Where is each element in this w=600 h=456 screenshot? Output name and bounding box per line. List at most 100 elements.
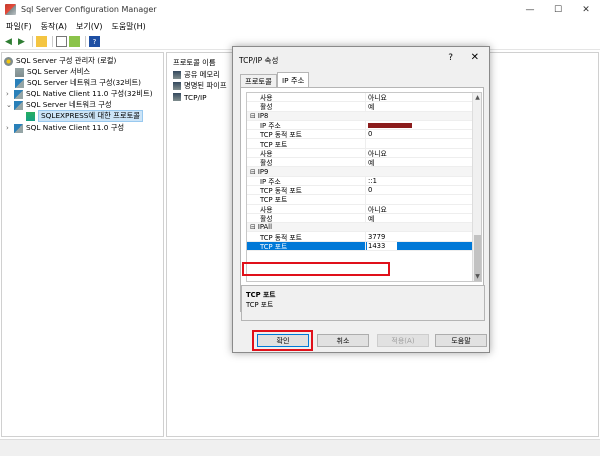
toolbar-separator: [85, 36, 86, 47]
property-value: 예: [368, 159, 375, 168]
list-item[interactable]: 공유 메모리: [173, 70, 220, 80]
grid-separator: [365, 148, 366, 158]
back-arrow-icon[interactable]: ◀: [3, 36, 14, 47]
grid-separator: [365, 93, 366, 102]
property-name: TCP 포트: [260, 242, 288, 251]
grid-separator: [365, 139, 366, 148]
grid-separator: [365, 120, 366, 130]
close-window-button[interactable]: ✕: [572, 0, 600, 19]
redacted-ip-value: [368, 122, 412, 128]
grid-separator: [365, 241, 366, 251]
minimize-button[interactable]: —: [516, 0, 544, 19]
grid-separator: [365, 213, 366, 223]
column-header-protocol-name[interactable]: 프로토콜 이름: [173, 58, 216, 68]
grid-separator: [365, 195, 366, 204]
property-name: IP8: [250, 112, 355, 120]
tcp-port-input[interactable]: 1433: [367, 241, 397, 250]
dialog-title: TCP/IP 속성: [239, 56, 279, 65]
list-item[interactable]: TCP/IP: [173, 92, 207, 102]
network-icon: [14, 89, 23, 99]
gear-icon: [4, 56, 13, 66]
protocol-icon: [173, 82, 181, 90]
dialog-help-icon[interactable]: ?: [448, 53, 453, 63]
property-name: IP9: [250, 168, 355, 176]
folder-up-icon[interactable]: [36, 36, 47, 47]
tree-item-services[interactable]: SQL Server 서비스: [15, 67, 90, 77]
property-value: 예: [368, 215, 375, 223]
grid-separator: [365, 102, 366, 111]
scroll-down-icon[interactable]: ▼: [473, 272, 481, 281]
grid-property-row[interactable]: 활성 예: [247, 213, 473, 224]
menu-help[interactable]: 도움말(H): [111, 21, 145, 32]
menu-view[interactable]: 보기(V): [76, 21, 102, 32]
chevron-down-icon[interactable]: ⌄: [6, 101, 13, 109]
grid-property-row[interactable]: 활성 예: [247, 158, 473, 168]
menu-action[interactable]: 동작(A): [41, 21, 67, 32]
cancel-button[interactable]: 취소: [317, 334, 369, 347]
description-text: TCP 포트: [246, 301, 274, 309]
tree-item-root[interactable]: SQL Server 구성 관리자 (로컬): [4, 56, 116, 66]
description-title: TCP 포트: [246, 291, 276, 299]
network-icon: [15, 78, 24, 88]
status-bar: [0, 439, 600, 456]
property-name: 활성: [260, 215, 273, 223]
chevron-right-icon[interactable]: ›: [6, 124, 13, 132]
grid-separator: [365, 185, 366, 195]
tree-item-network-32[interactable]: SQL Server 네트워크 구성(32비트): [15, 78, 141, 88]
toolbar-separator: [52, 36, 53, 47]
grid-separator: [365, 158, 366, 167]
show-hide-tree-icon[interactable]: [56, 36, 67, 47]
protocol-icon: [173, 71, 181, 79]
forward-arrow-icon[interactable]: ▶: [16, 36, 27, 47]
dialog-close-icon[interactable]: ✕: [471, 52, 479, 63]
property-name: 활성: [260, 159, 273, 168]
ok-button-highlight-box: [252, 330, 313, 351]
property-value: 예: [368, 103, 375, 112]
help-button[interactable]: 도움말: [435, 334, 487, 347]
property-value: ::1: [368, 176, 377, 185]
grid-separator: [365, 176, 366, 185]
property-value: [368, 121, 412, 129]
ip-address-panel: 사용아니요활성예IP8IP 주소TCP 동적 포트0TCP 포트사용아니요활성예…: [240, 87, 484, 312]
property-name: IPAll: [250, 223, 355, 231]
tab-ip-address[interactable]: IP 주소: [277, 72, 310, 88]
property-name: 활성: [260, 103, 273, 112]
vertical-scrollbar[interactable]: ▲ ▼: [472, 93, 481, 281]
property-value: 0: [368, 130, 373, 139]
tree-item-network[interactable]: ⌄ SQL Server 네트워크 구성: [6, 100, 112, 110]
menu-file[interactable]: 파일(F): [6, 21, 32, 32]
property-grid: 사용아니요활성예IP8IP 주소TCP 동적 포트0TCP 포트사용아니요활성예…: [246, 92, 482, 282]
tree-item-native-client[interactable]: › SQL Native Client 11.0 구성: [6, 123, 124, 133]
title-bar: Sql Server Configuration Manager — ☐ ✕: [0, 0, 600, 19]
apply-button[interactable]: 적용(A): [377, 334, 429, 347]
tree-item-native-client-32[interactable]: › SQL Native Client 11.0 구성(32비트): [6, 89, 153, 99]
grid-separator: [365, 204, 366, 213]
description-box: TCP 포트 TCP 포트: [241, 285, 485, 321]
grid-separator: [365, 232, 366, 241]
toolbar-separator: [32, 36, 33, 47]
tcp-port-highlight-box: [242, 262, 390, 276]
maximize-button[interactable]: ☐: [544, 0, 572, 19]
server-icon: [15, 67, 24, 77]
export-list-icon[interactable]: [69, 36, 80, 47]
tab-protocol[interactable]: 프로토콜: [240, 74, 277, 88]
property-value: 3779: [368, 232, 386, 241]
property-value: 0: [368, 186, 373, 195]
chevron-right-icon[interactable]: ›: [6, 90, 13, 98]
window-title: Sql Server Configuration Manager: [21, 5, 157, 14]
network-icon: [14, 123, 23, 133]
scroll-up-icon[interactable]: ▲: [473, 93, 481, 102]
protocol-icon: [173, 93, 181, 101]
network-icon: [14, 100, 23, 110]
menu-bar: 파일(F) 동작(A) 보기(V) 도움말(H): [0, 19, 600, 34]
tcpip-properties-dialog: TCP/IP 속성 ? ✕ 프로토콜 IP 주소 사용아니요활성예IP8IP 주…: [232, 46, 490, 353]
protocol-icon: [26, 111, 35, 121]
tree-item-sqlexpress-protocols[interactable]: SQLEXPRESS에 대한 프로토콜: [26, 110, 144, 122]
list-item[interactable]: 명명된 파이프: [173, 81, 227, 91]
grid-separator: [365, 130, 366, 139]
grid-property-row[interactable]: 활성 예: [247, 102, 473, 112]
tree-pane: SQL Server 구성 관리자 (로컬) SQL Server 서비스 SQ…: [1, 52, 164, 437]
help-icon[interactable]: ?: [89, 36, 100, 47]
grid-property-row[interactable]: TCP 포트 1433: [247, 241, 473, 252]
app-icon: [5, 4, 16, 15]
